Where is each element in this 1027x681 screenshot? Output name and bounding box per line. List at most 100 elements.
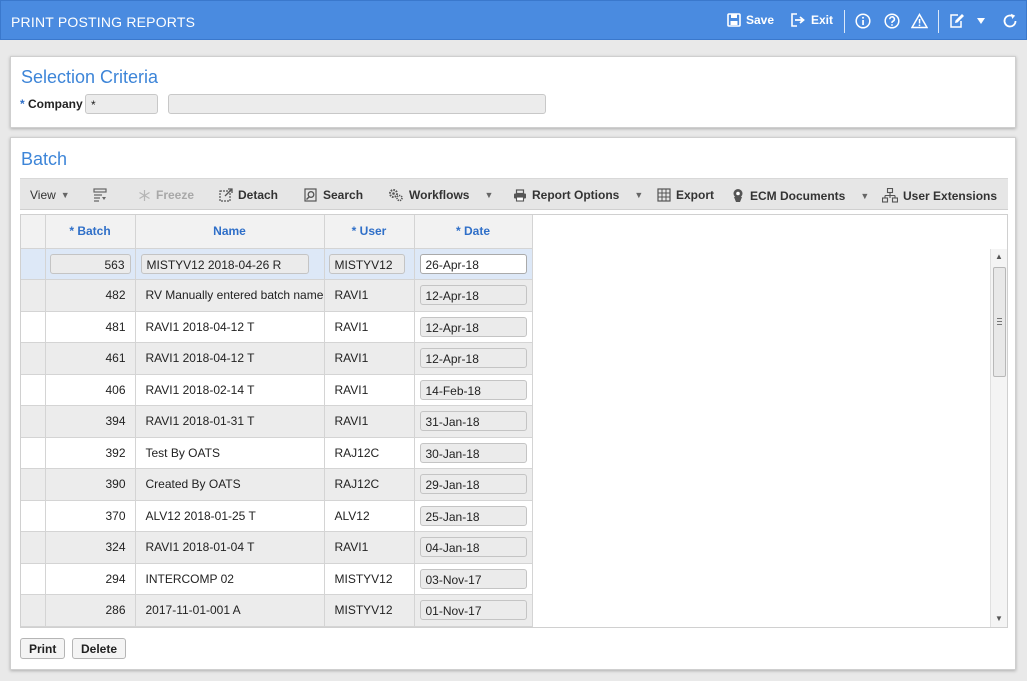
search-button[interactable]: Search <box>304 188 363 202</box>
date-cell[interactable]: 01-Nov-17 <box>419 600 527 621</box>
date-cell[interactable]: 12-Apr-18 <box>419 316 527 337</box>
company-field[interactable]: * <box>85 94 158 114</box>
save-icon <box>727 13 741 27</box>
table-row[interactable]: 406 RAVI1 2018-02-14 T RAVI1 14-Feb-18 <box>21 374 533 406</box>
workflows-label: Workflows <box>409 188 470 202</box>
user-cell: RAVI1 <box>324 311 415 343</box>
date-cell[interactable]: 04-Jan-18 <box>419 537 527 558</box>
help-icon[interactable] <box>883 12 900 29</box>
batch-grid: * Batch Name * User * Date 563 MISTYV12 … <box>20 214 1008 628</box>
date-cell[interactable]: 26-Apr-18 <box>419 253 527 274</box>
selection-criteria-title: Selection Criteria <box>21 67 159 87</box>
table-row[interactable]: 286 2017-11-01-001 A MISTYV12 01-Nov-17 <box>21 594 533 627</box>
name-cell: RAVI1 2018-01-31 T <box>135 405 325 438</box>
name-cell: INTERCOMP 02 <box>135 563 325 595</box>
refresh-icon[interactable] <box>1001 12 1018 29</box>
user-cell: MISTYV12 <box>324 594 415 627</box>
row-selector[interactable] <box>21 279 46 312</box>
user-extensions-label: User Extensions <box>903 188 998 203</box>
warning-icon[interactable] <box>911 12 928 29</box>
export-button[interactable]: Export <box>657 188 714 202</box>
chevron-down-icon: ▼ <box>634 190 644 200</box>
user-cell[interactable]: MISTYV12 <box>328 253 405 274</box>
row-selector[interactable] <box>21 531 46 564</box>
date-cell[interactable]: 03-Nov-17 <box>419 568 527 589</box>
date-cell[interactable]: 25-Jan-18 <box>419 505 527 526</box>
view-menu[interactable]: View ▼ <box>30 188 70 202</box>
row-selector[interactable] <box>21 405 46 438</box>
info-icon[interactable] <box>854 12 871 29</box>
vertical-scrollbar[interactable]: ▲ ▼ <box>990 249 1007 627</box>
detach-label: Detach <box>238 188 279 202</box>
column-header-date[interactable]: * Date <box>414 215 533 249</box>
report-options-menu[interactable]: Report Options ▼ <box>513 188 643 202</box>
detach-button[interactable]: Detach <box>219 188 278 202</box>
column-header-name[interactable]: Name <box>135 215 325 249</box>
workflows-gear-icon <box>389 189 403 202</box>
table-row[interactable]: 482 RV Manually entered batch name RAVI1… <box>21 279 533 312</box>
user-cell: RAVI1 <box>324 279 415 312</box>
column-header-batch[interactable]: * Batch <box>45 215 136 249</box>
edit-note-icon[interactable] <box>948 12 965 29</box>
row-selector[interactable] <box>21 342 46 375</box>
ecm-documents-menu[interactable]: ECM Documents ▼ <box>731 188 869 203</box>
user-extensions-button[interactable]: User Extensions <box>882 188 997 203</box>
user-cell: ALV12 <box>324 500 415 532</box>
scroll-up-icon[interactable]: ▲ <box>991 250 1007 264</box>
date-cell[interactable]: 12-Apr-18 <box>419 285 527 306</box>
table-row[interactable]: 481 RAVI1 2018-04-12 T RAVI1 12-Apr-18 <box>21 311 533 343</box>
table-row[interactable]: 461 RAVI1 2018-04-12 T RAVI1 12-Apr-18 <box>21 342 533 375</box>
date-cell[interactable]: 12-Apr-18 <box>419 348 527 369</box>
table-row[interactable]: 370 ALV12 2018-01-25 T ALV12 25-Jan-18 <box>21 500 533 532</box>
freeze-label: Freeze <box>156 188 195 202</box>
row-selector[interactable] <box>21 594 46 627</box>
table-row[interactable]: 390 Created By OATS RAJ12C 29-Jan-18 <box>21 468 533 501</box>
table-row[interactable]: 324 RAVI1 2018-01-04 T RAVI1 04-Jan-18 <box>21 531 533 564</box>
name-cell: RV Manually entered batch name <box>135 279 325 312</box>
table-row[interactable]: 294 INTERCOMP 02 MISTYV12 03-Nov-17 <box>21 563 533 595</box>
toolbar-separator <box>844 10 845 33</box>
name-cell: RAVI1 2018-04-12 T <box>135 342 325 375</box>
row-selector[interactable] <box>21 248 46 280</box>
save-label: Save <box>746 13 775 27</box>
row-selector[interactable] <box>21 500 46 532</box>
date-cell[interactable]: 29-Jan-18 <box>419 474 527 495</box>
save-button[interactable]: Save <box>727 13 774 27</box>
exit-icon <box>791 13 805 27</box>
freeze-button[interactable]: Freeze <box>138 188 194 202</box>
date-cell[interactable]: 14-Feb-18 <box>419 379 527 400</box>
exit-button[interactable]: Exit <box>791 13 833 27</box>
scroll-down-icon[interactable]: ▼ <box>991 612 1007 626</box>
chevron-down-icon: ▼ <box>484 190 494 200</box>
print-button[interactable]: Print <box>20 638 66 659</box>
grid-header-row: * Batch Name * User * Date <box>21 215 533 249</box>
row-selector[interactable] <box>21 437 46 469</box>
delete-button[interactable]: Delete <box>72 638 127 659</box>
table-row[interactable]: 563 MISTYV12 2018-04-26 R MISTYV12 26-Ap… <box>21 248 533 280</box>
toolbar-separator <box>938 10 939 33</box>
batch-cell[interactable]: 563 <box>49 253 131 274</box>
user-cell: RAVI1 <box>324 531 415 564</box>
table-row[interactable]: 392 Test By OATS RAJ12C 30-Jan-18 <box>21 437 533 469</box>
row-selector[interactable] <box>21 563 46 595</box>
batch-table: * Batch Name * User * Date 563 MISTYV12 … <box>21 215 533 627</box>
row-selector[interactable] <box>21 311 46 343</box>
scroll-thumb[interactable] <box>993 267 1006 377</box>
name-cell[interactable]: MISTYV12 2018-04-26 R <box>140 253 309 274</box>
company-name-field <box>168 94 546 114</box>
column-filter-button[interactable] <box>93 188 107 202</box>
date-cell[interactable]: 31-Jan-18 <box>419 411 527 432</box>
name-cell: RAVI1 2018-02-14 T <box>135 374 325 406</box>
freeze-icon <box>139 189 150 201</box>
workflows-menu[interactable]: Workflows ▼ <box>388 188 493 202</box>
table-row[interactable]: 394 RAVI1 2018-01-31 T RAVI1 31-Jan-18 <box>21 405 533 438</box>
column-header-user[interactable]: * User <box>324 215 415 249</box>
date-cell[interactable]: 30-Jan-18 <box>419 442 527 463</box>
row-selector[interactable] <box>21 468 46 501</box>
row-selector[interactable] <box>21 374 46 406</box>
chevron-down-icon[interactable] <box>972 12 989 29</box>
ecm-documents-label: ECM Documents <box>750 188 846 203</box>
user-cell: RAJ12C <box>324 437 415 469</box>
user-cell: MISTYV12 <box>324 563 415 595</box>
name-cell: Test By OATS <box>135 437 325 469</box>
